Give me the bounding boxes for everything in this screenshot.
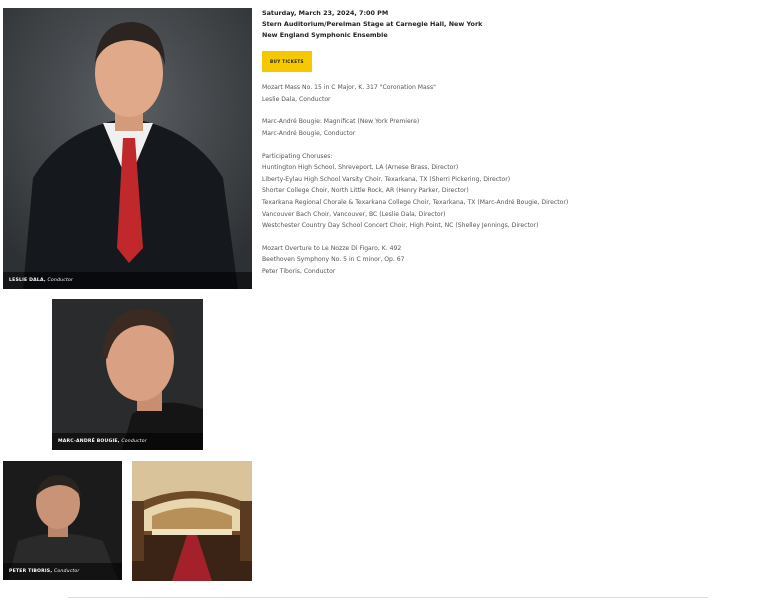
caption-role: Conductor (121, 439, 147, 444)
participating-choruses: Participating Choruses: Huntington High … (262, 151, 642, 232)
work-conductor: Leslie Dala, Conductor (262, 95, 331, 103)
work-title: Mozart Overture to Le Nozze Di Figaro, K… (262, 244, 402, 252)
marc-andre-bougie-photo: MARC-ANDRÉ BOUGIE, Conductor (52, 299, 203, 450)
carnegie-hall-photo (132, 461, 252, 581)
work-conductor: Peter Tiboris, Conductor (262, 267, 336, 275)
hall-image (132, 461, 252, 581)
caption-name: MARC-ANDRÉ BOUGIE, (58, 439, 120, 444)
leslie-dala-photo: LESLIE DALA, Conductor (3, 8, 252, 289)
photo-caption: MARC-ANDRÉ BOUGIE, Conductor (52, 433, 203, 450)
chorus-item: Texarkana Regional Chorale & Texarkana C… (262, 198, 569, 206)
work-title: Beethoven Symphony No. 5 in C minor, Op.… (262, 256, 405, 264)
chorus-item: Westchester Country Day School Concert C… (262, 222, 539, 230)
caption-name: LESLIE DALA, (9, 278, 46, 283)
photo-caption: PETER TIBORIS, Conductor (3, 563, 122, 580)
program-work-2: Marc-André Bougie: Magnificat (New York … (262, 116, 642, 139)
photo-caption: LESLIE DALA, Conductor (3, 272, 252, 289)
chorus-item: Shorter College Choir, North Little Rock… (262, 187, 469, 195)
divider (68, 597, 708, 598)
choruses-heading: Participating Choruses: (262, 152, 333, 160)
program-work-3: Mozart Overture to Le Nozze Di Figaro, K… (262, 243, 642, 278)
chorus-item: Huntington High School, Shreveport, LA (… (262, 164, 459, 172)
caption-role: Conductor (47, 278, 74, 283)
caption-name: PETER TIBORIS, (9, 569, 53, 574)
portrait-image (3, 8, 252, 289)
chorus-item: Vancouver Bach Choir, Vancouver, BC (Les… (262, 210, 446, 218)
event-ensemble: New England Symphonic Ensemble (262, 31, 388, 40)
buy-tickets-button[interactable]: BUY TICKETS (262, 50, 312, 73)
portrait-image (52, 299, 203, 450)
caption-role: Conductor (53, 569, 80, 574)
work-title: Mozart Mass No. 15 in C Major, K. 317 "C… (262, 84, 436, 92)
peter-tiboris-photo: PETER TIBORIS, Conductor (3, 461, 122, 580)
work-conductor: Marc-André Bougie, Conductor (262, 129, 356, 137)
event-details: Saturday, March 23, 2024, 7:00 PM Stern … (262, 8, 642, 289)
program-work-1: Mozart Mass No. 15 in C Major, K. 317 "C… (262, 82, 642, 105)
event-venue: Stern Auditorium/Perelman Stage at Carne… (262, 20, 483, 29)
chorus-item: Liberty-Eylau High School Varsity Choir,… (262, 175, 511, 183)
work-title: Marc-André Bougie: Magnificat (New York … (262, 118, 420, 126)
event-date-time: Saturday, March 23, 2024, 7:00 PM (262, 9, 389, 17)
